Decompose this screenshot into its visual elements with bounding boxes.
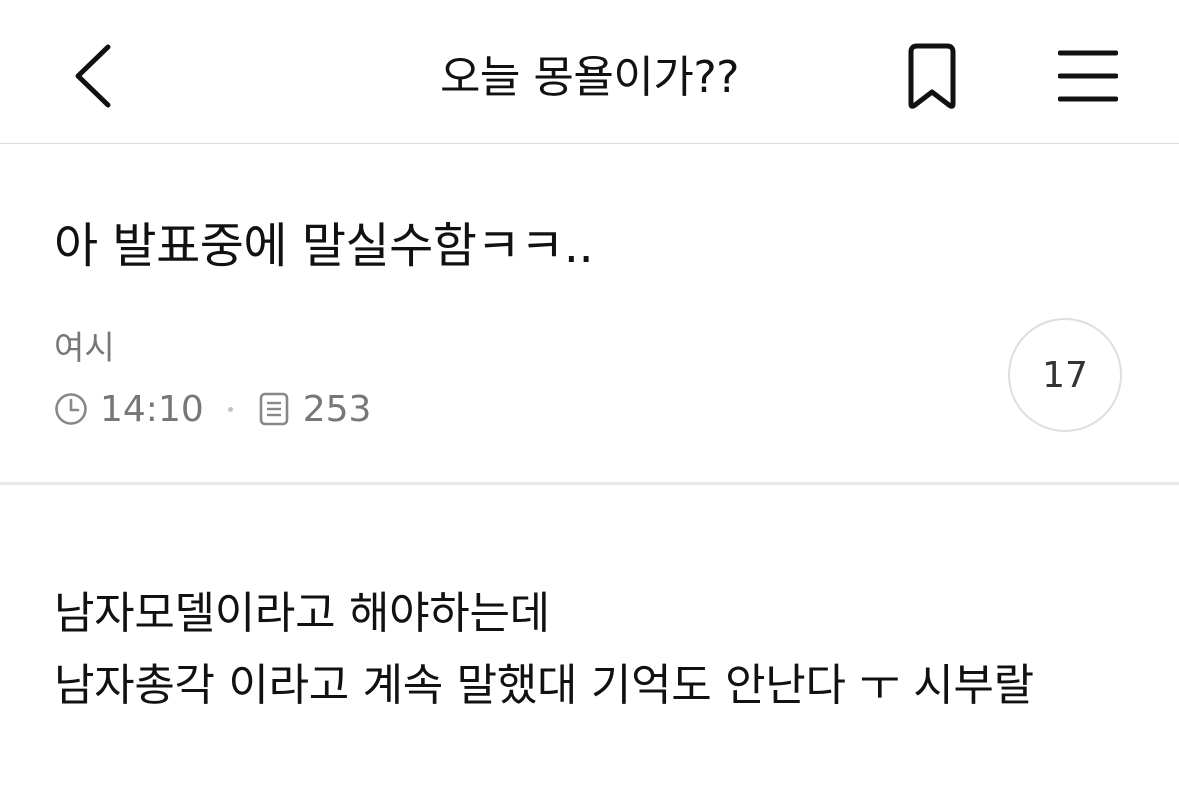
content-divider — [0, 482, 1179, 485]
back-button[interactable] — [60, 40, 124, 116]
comment-count-badge[interactable]: 17 — [1008, 318, 1122, 432]
post-time: 14:10 — [100, 388, 204, 430]
post-body: 남자모델이라고 해야하는데 남자총각 이라고 계속 말했대 기억도 안난다 ㅜ … — [54, 578, 1134, 722]
meta-separator — [227, 406, 233, 412]
post-body-line: 남자총각 이라고 계속 말했대 기억도 안난다 ㅜ 시부랄 — [54, 660, 1034, 711]
author-name[interactable]: 여시 — [54, 326, 115, 370]
top-nav-bar: 오늘 몽욜이가?? — [0, 0, 1179, 144]
view-count: 253 — [302, 388, 372, 430]
post-title: 아 발표중에 말실수함ㅋㅋ.. — [54, 218, 594, 274]
bookmark-icon — [903, 42, 961, 114]
chevron-left-icon — [70, 43, 114, 113]
hamburger-menu-icon — [1057, 49, 1119, 107]
clock-icon — [54, 392, 88, 426]
page-title: 오늘 몽욜이가?? — [439, 52, 740, 103]
menu-button[interactable] — [1048, 40, 1128, 116]
document-icon — [257, 392, 291, 426]
post-meta: 14:10 253 — [54, 386, 371, 432]
bookmark-button[interactable] — [892, 36, 972, 120]
post-body-line: 남자모델이라고 해야하는데 — [54, 588, 550, 639]
post-page: 오늘 몽욜이가?? 아 발표중에 말실수함ㅋㅋ.. 여시 14:10 253 1… — [0, 0, 1179, 798]
